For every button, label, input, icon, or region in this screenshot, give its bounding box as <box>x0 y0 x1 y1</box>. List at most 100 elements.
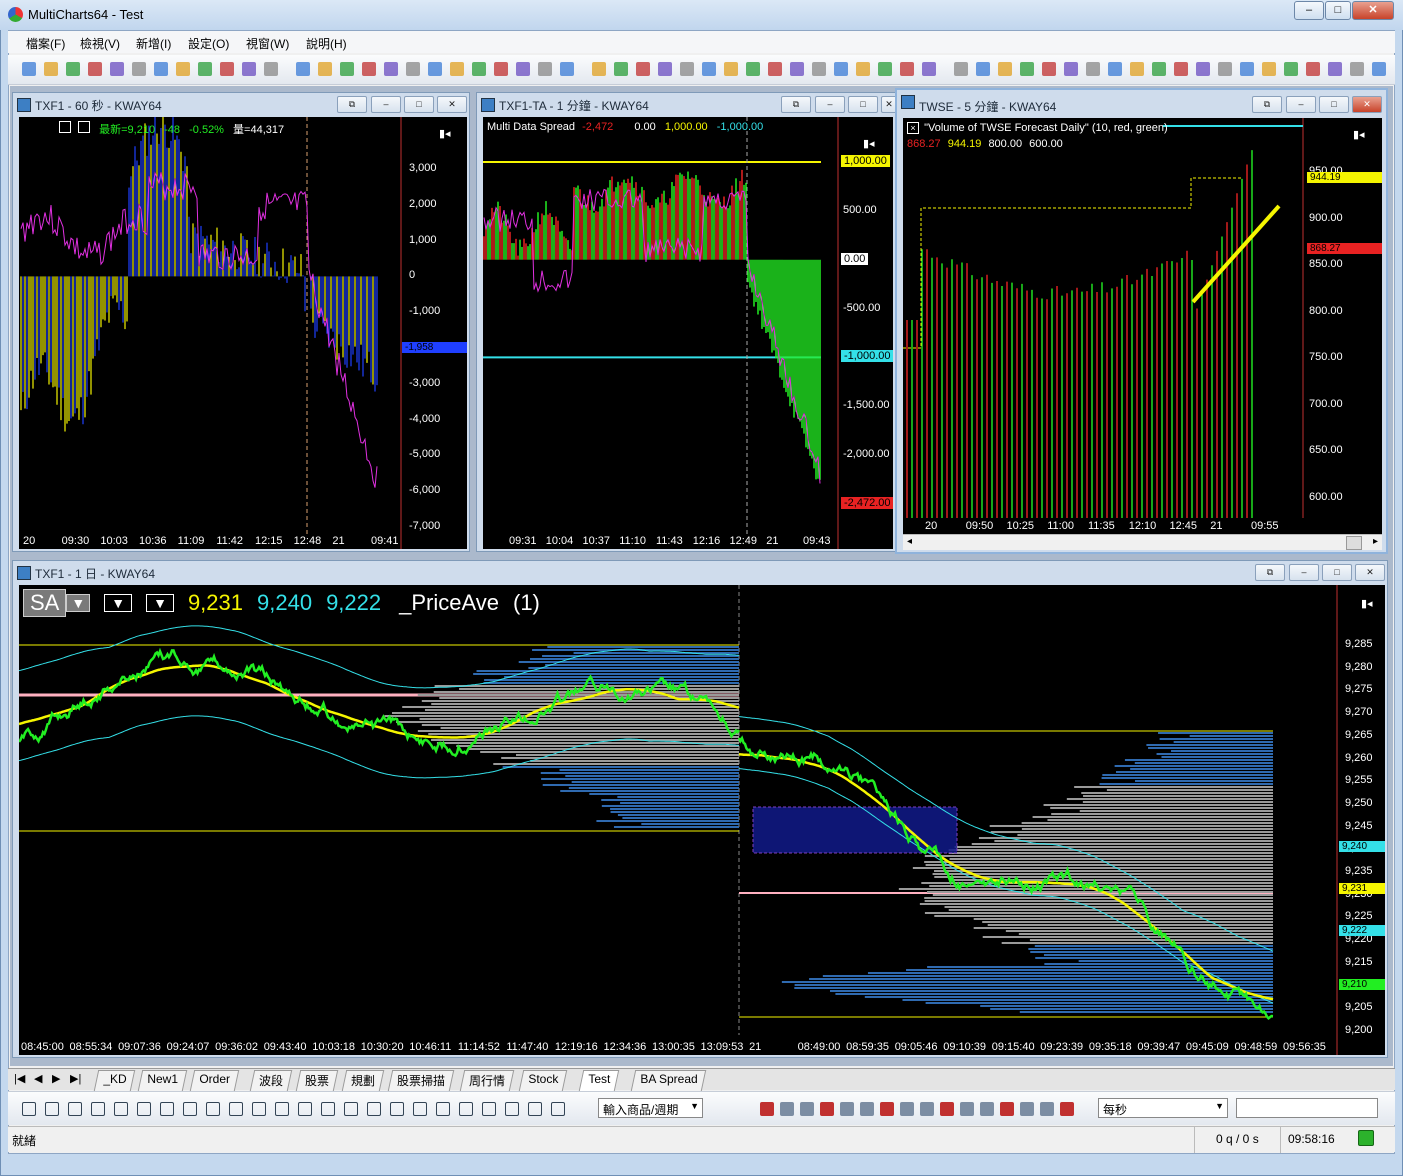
toolbar-tool-icon[interactable] <box>428 62 442 76</box>
sheet-tab[interactable]: 股票掃描 <box>387 1070 455 1091</box>
order-tool-icon[interactable] <box>860 1102 874 1116</box>
drawing-tool-icon[interactable] <box>436 1102 450 1116</box>
toolbar-tool-icon[interactable] <box>154 62 168 76</box>
scroll-right-icon[interactable]: ▸ <box>1373 536 1378 547</box>
order-tool-icon[interactable] <box>1040 1102 1054 1116</box>
window-minimize-button[interactable]: – <box>1286 96 1316 113</box>
chart-window-txf1-ta[interactable]: TXF1-TA - 1 分鐘 - KWAY64 ⧉ – □ ✕ Multi Da… <box>476 92 897 552</box>
maximize-button[interactable]: □ <box>1325 1 1351 20</box>
toolbar-tool-icon[interactable] <box>658 62 672 76</box>
toolbar-tool-icon[interactable] <box>834 62 848 76</box>
drawing-tool-icon[interactable] <box>91 1102 105 1116</box>
toolbar-tool-icon[interactable] <box>1042 62 1056 76</box>
horizontal-scrollbar[interactable]: ◂ ▸ <box>903 534 1382 550</box>
drawing-tool-icon[interactable] <box>390 1102 404 1116</box>
menu-help[interactable]: 說明(H) <box>306 35 347 52</box>
toolbar-tool-icon[interactable] <box>592 62 606 76</box>
window-restore-button[interactable]: ⧉ <box>1255 564 1285 581</box>
toolbar-tool-icon[interactable] <box>1262 62 1276 76</box>
toolbar-tool-icon[interactable] <box>1328 62 1342 76</box>
window-restore-button[interactable]: ⧉ <box>781 96 811 113</box>
window-maximize-button[interactable]: □ <box>1322 564 1352 581</box>
toolbar-tool-icon[interactable] <box>746 62 760 76</box>
sheet-tab[interactable]: Order <box>189 1070 239 1091</box>
drawing-tool-icon[interactable] <box>298 1102 312 1116</box>
chart-plot-area[interactable]: SA ▼ ▼ ▼ 9,231 9,240 9,222 _PriceAve (1)… <box>19 585 1385 1055</box>
toolbar-tool-icon[interactable] <box>264 62 278 76</box>
chart-window-txf1-60s[interactable]: TXF1 - 60 秒 - KWAY64 ⧉ – □ ✕ 最新=9,210 -4… <box>12 92 470 552</box>
drawing-tool-icon[interactable] <box>114 1102 128 1116</box>
toolbar-tool-icon[interactable] <box>318 62 332 76</box>
connection-status-icon[interactable] <box>1358 1130 1374 1146</box>
chart-plot-area[interactable]: 最新=9,210 -48 -0.52% 量=44,317 3,000 2,000 1… <box>19 117 467 549</box>
window-minimize-button[interactable]: – <box>371 96 401 113</box>
toolbar-tool-icon[interactable] <box>450 62 464 76</box>
sheet-tab[interactable]: Test <box>578 1070 620 1091</box>
order-tool-icon[interactable] <box>980 1102 994 1116</box>
chart-plot-area[interactable]: × "Volume of TWSE Forecast Daily" (10, r… <box>903 118 1382 534</box>
pane-menu-icon[interactable]: ▮◂ <box>439 127 451 140</box>
window-close-button[interactable]: ✕ <box>1355 564 1385 581</box>
minimize-button[interactable]: – <box>1294 1 1324 20</box>
toolbar-tool-icon[interactable] <box>922 62 936 76</box>
menu-window[interactable]: 視窗(W) <box>246 35 289 52</box>
sheet-tab[interactable]: Stock <box>518 1070 568 1091</box>
tab-next-icon[interactable]: ▶ <box>52 1072 60 1085</box>
symbol-select[interactable]: SA <box>23 589 67 617</box>
toolbar-tool-icon[interactable] <box>88 62 102 76</box>
drawing-tool-icon[interactable] <box>275 1102 289 1116</box>
window-minimize-button[interactable]: – <box>815 96 845 113</box>
toolbar-tool-icon[interactable] <box>1108 62 1122 76</box>
symbol-interval-select[interactable]: 輸入商品/週期 ▼ <box>598 1098 703 1118</box>
chevron-down-icon[interactable]: ▼ <box>146 594 174 612</box>
command-input[interactable] <box>1236 1098 1378 1118</box>
pane-menu-icon[interactable]: ▮◂ <box>863 137 875 150</box>
toolbar-tool-icon[interactable] <box>1174 62 1188 76</box>
menu-view[interactable]: 檢視(V) <box>80 35 120 52</box>
toolbar-tool-icon[interactable] <box>878 62 892 76</box>
study-close-icon[interactable]: × <box>907 122 919 134</box>
drawing-tool-icon[interactable] <box>528 1102 542 1116</box>
toolbar-tool-icon[interactable] <box>110 62 124 76</box>
toolbar-tool-icon[interactable] <box>1064 62 1078 76</box>
sheet-tab[interactable]: _KD <box>93 1070 136 1091</box>
toolbar-tool-icon[interactable] <box>1086 62 1100 76</box>
sheet-tab[interactable]: 波段 <box>249 1070 293 1091</box>
toolbar-tool-icon[interactable] <box>1372 62 1386 76</box>
order-tool-icon[interactable] <box>780 1102 794 1116</box>
drawing-tool-icon[interactable] <box>551 1102 565 1116</box>
toolbar-tool-icon[interactable] <box>516 62 530 76</box>
toolbar-tool-icon[interactable] <box>22 62 36 76</box>
interval-select[interactable]: 每秒 ▼ <box>1098 1098 1228 1118</box>
tab-prev-icon[interactable]: ◀ <box>34 1072 42 1085</box>
scroll-thumb[interactable] <box>1346 536 1362 550</box>
chart-window-txf1-daily[interactable]: TXF1 - 1 日 - KWAY64 ⧉ – □ ✕ SA ▼ ▼ ▼ 9,2… <box>12 560 1388 1058</box>
order-tool-icon[interactable] <box>960 1102 974 1116</box>
drawing-tool-icon[interactable] <box>229 1102 243 1116</box>
toolbar-tool-icon[interactable] <box>560 62 574 76</box>
toolbar-tool-icon[interactable] <box>384 62 398 76</box>
window-close-button[interactable]: ✕ <box>437 96 467 113</box>
chart-plot-area[interactable]: Multi Data Spread -2,472 0.00 1,000.00 -… <box>483 117 893 549</box>
close-button[interactable]: ✕ <box>1352 1 1394 20</box>
drawing-tool-icon[interactable] <box>183 1102 197 1116</box>
tab-last-icon[interactable]: ▶| <box>70 1072 81 1085</box>
drawing-tool-icon[interactable] <box>413 1102 427 1116</box>
window-maximize-button[interactable]: □ <box>1319 96 1349 113</box>
drawing-tool-icon[interactable] <box>459 1102 473 1116</box>
toolbar-tool-icon[interactable] <box>1196 62 1210 76</box>
toolbar-tool-icon[interactable] <box>362 62 376 76</box>
order-tool-icon[interactable] <box>760 1102 774 1116</box>
toolbar-tool-icon[interactable] <box>998 62 1012 76</box>
toolbar-tool-icon[interactable] <box>790 62 804 76</box>
toolbar-tool-icon[interactable] <box>44 62 58 76</box>
chevron-down-icon[interactable]: ▼ <box>66 594 91 612</box>
pane-menu-icon[interactable]: ▮◂ <box>1361 597 1373 610</box>
toolbar-tool-icon[interactable] <box>406 62 420 76</box>
order-tool-icon[interactable] <box>820 1102 834 1116</box>
toolbar-tool-icon[interactable] <box>198 62 212 76</box>
toolbar-tool-icon[interactable] <box>296 62 310 76</box>
title-bar[interactable] <box>0 0 1403 30</box>
toolbar-tool-icon[interactable] <box>220 62 234 76</box>
order-tool-icon[interactable] <box>1020 1102 1034 1116</box>
